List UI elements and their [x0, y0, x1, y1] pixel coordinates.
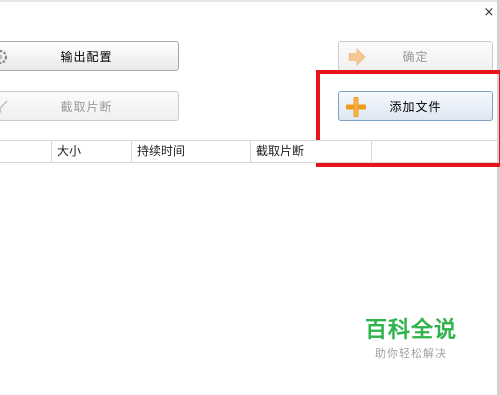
close-icon[interactable]: × — [482, 5, 496, 21]
watermark-subtitle: 助你轻松解决 — [375, 347, 447, 360]
column-header-duration[interactable]: 持续时间 — [131, 141, 250, 162]
confirm-label: 确定 — [402, 49, 429, 64]
scissors-icon — [0, 100, 8, 114]
clip-segment-button[interactable]: 截取片断 — [0, 91, 179, 121]
add-file-label: 添加文件 — [389, 99, 442, 114]
output-config-button[interactable]: 输出配置 — [0, 41, 179, 71]
output-config-label: 输出配置 — [60, 49, 113, 64]
file-list-header: 大小 持续时间 截取片断 — [0, 140, 497, 163]
arrow-right-icon — [348, 48, 366, 66]
column-header-size[interactable]: 大小 — [51, 141, 131, 162]
window-top-border — [0, 0, 500, 2]
plus-icon — [346, 97, 366, 117]
column-header-extra[interactable] — [371, 141, 497, 162]
column-header-clip[interactable]: 截取片断 — [250, 141, 371, 162]
gear-icon — [0, 49, 8, 65]
add-file-button[interactable]: 添加文件 — [338, 91, 493, 121]
watermark: 百科全说 助你轻松解决 — [352, 318, 470, 362]
watermark-title: 百科全说 — [364, 318, 457, 343]
confirm-button[interactable]: 确定 — [338, 41, 493, 71]
column-header-name[interactable] — [0, 141, 51, 162]
clip-segment-label: 截取片断 — [60, 99, 113, 114]
